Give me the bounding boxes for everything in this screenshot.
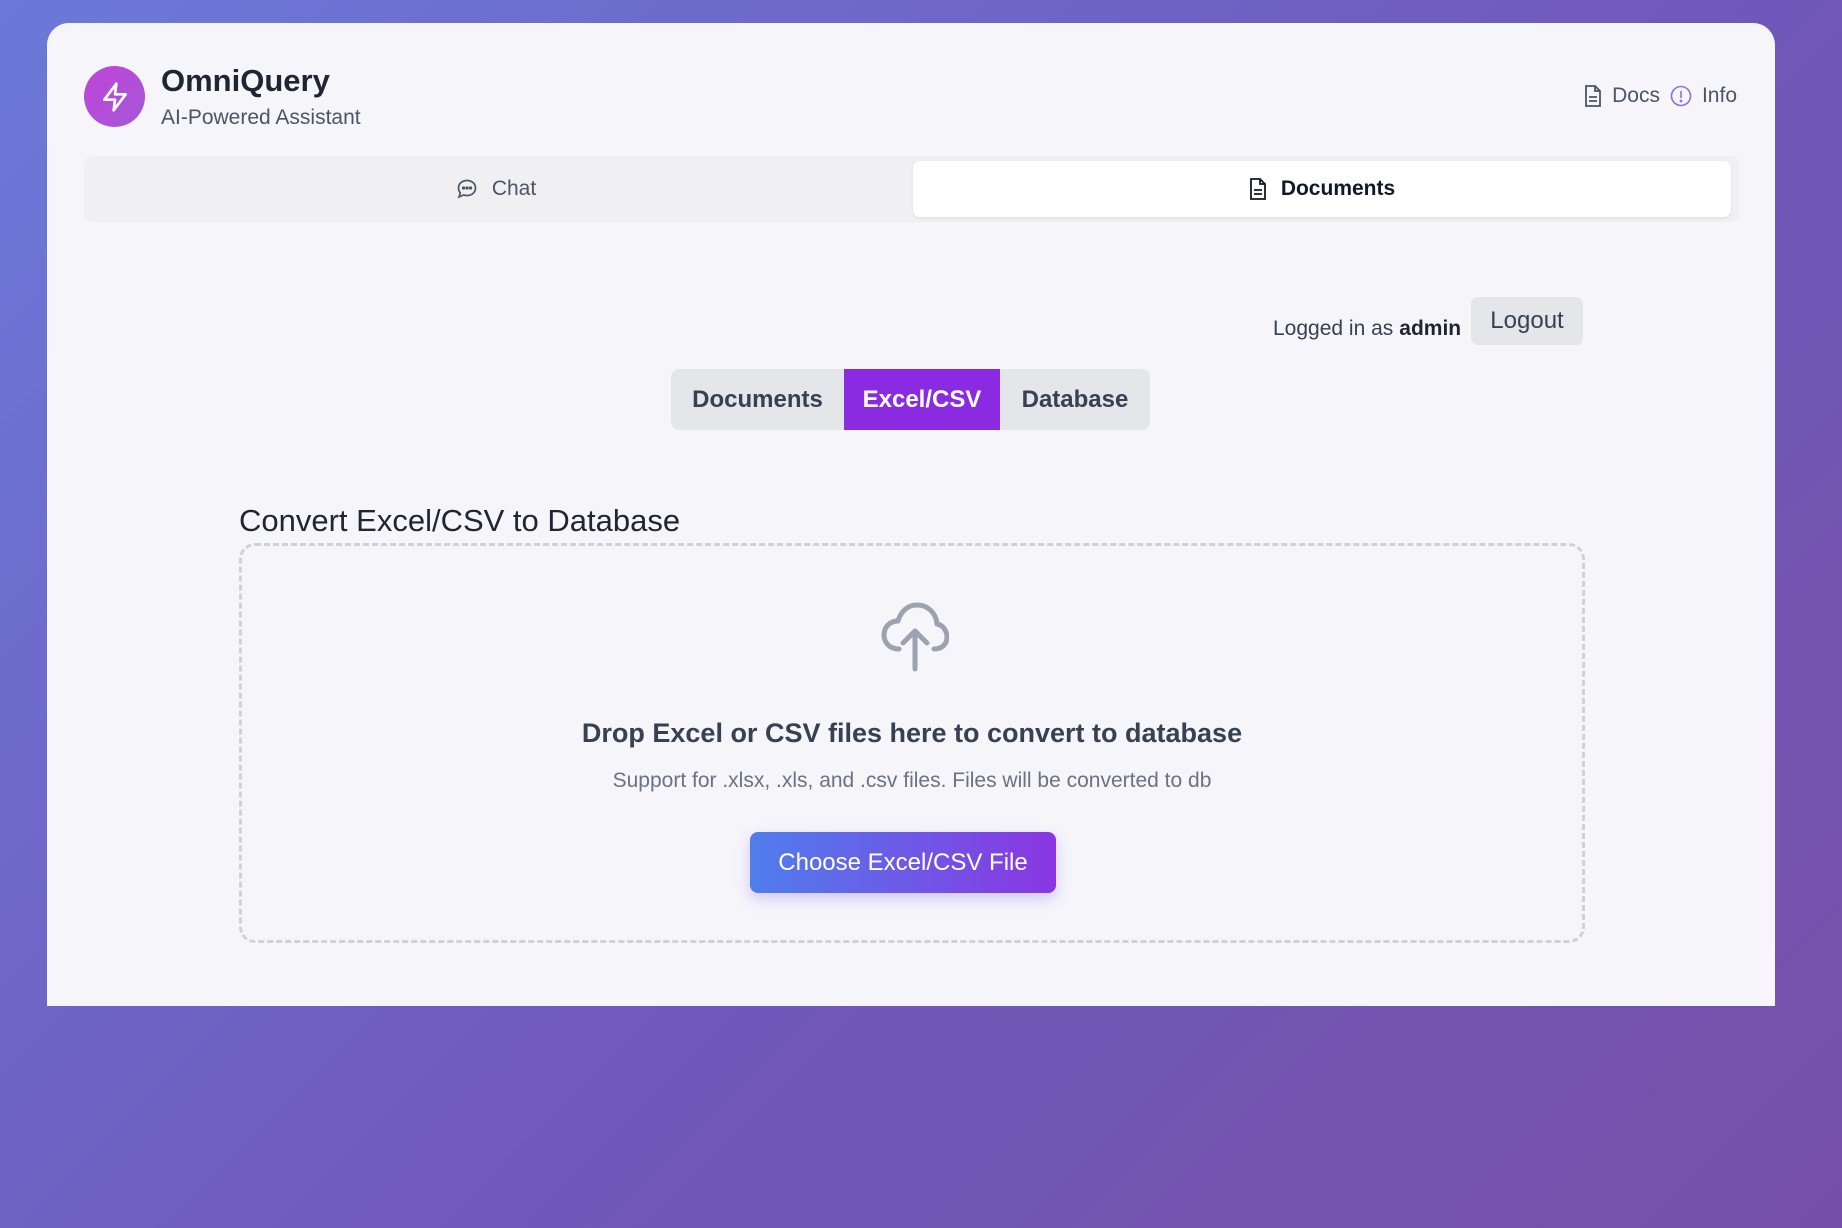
chat-bubble-icon (457, 179, 477, 199)
app-title: OmniQuery (161, 63, 330, 98)
cloud-upload-icon (881, 602, 949, 672)
lightning-icon (102, 81, 127, 112)
main-tabs: Chat Documents (84, 156, 1739, 222)
login-status: Logged in as admin (1273, 309, 1461, 349)
info-link-label: Info (1701, 84, 1737, 107)
tab-chat-label: Chat (491, 177, 537, 200)
logout-button[interactable]: Logout (1471, 297, 1583, 345)
app-subtitle: AI-Powered Assistant (161, 106, 361, 129)
main-card: OmniQuery AI-Powered Assistant Docs Info… (47, 23, 1775, 1006)
docs-link-label: Docs (1612, 84, 1660, 107)
subtab-documents[interactable]: Documents (671, 369, 844, 430)
section-title: Convert Excel/CSV to Database (239, 503, 681, 538)
tab-chat[interactable]: Chat (84, 161, 908, 217)
document-icon (1585, 85, 1602, 107)
subtab-database[interactable]: Database (1000, 369, 1150, 430)
tab-documents[interactable]: Documents (913, 161, 1731, 217)
login-username: admin (1399, 317, 1462, 340)
subtab-excel-csv[interactable]: Excel/CSV (844, 369, 1000, 430)
tab-documents-label: Documents (1280, 177, 1396, 200)
header-links: Docs Info (1584, 84, 1737, 108)
document-icon (1249, 178, 1266, 200)
info-icon (1670, 85, 1692, 107)
file-dropzone[interactable]: Drop Excel or CSV files here to convert … (239, 543, 1585, 943)
app-logo (84, 66, 145, 127)
choose-file-button[interactable]: Choose Excel/CSV File (750, 832, 1056, 893)
drop-subtitle: Support for .xlsx, .xls, and .csv files.… (612, 769, 1212, 792)
sub-tabs: Documents Excel/CSV Database (671, 369, 1150, 430)
login-prefix: Logged in as (1273, 317, 1394, 340)
info-link[interactable]: Info (1670, 84, 1737, 108)
docs-link[interactable]: Docs (1584, 84, 1660, 108)
drop-title: Drop Excel or CSV files here to convert … (581, 718, 1243, 748)
